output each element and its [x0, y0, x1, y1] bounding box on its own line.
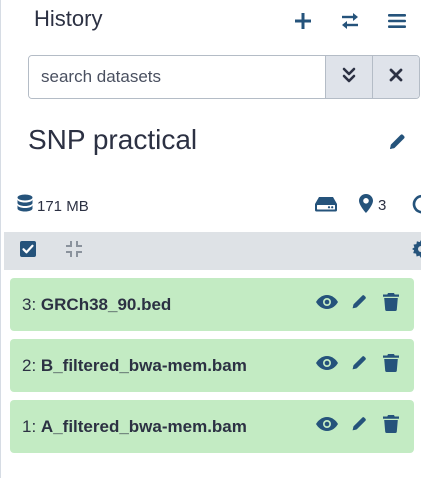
pencil-icon: [350, 293, 368, 316]
dataset-actions: [316, 400, 402, 453]
dataset-name: A_filtered_bwa-mem.bam: [40, 416, 247, 436]
refresh-button[interactable]: [412, 194, 421, 219]
trash-icon: [383, 293, 399, 316]
dataset-item[interactable]: 1: A_filtered_bwa-mem.bam: [10, 400, 414, 453]
pencil-icon: [350, 354, 368, 377]
compress-icon: [65, 240, 83, 263]
panel-title: History: [34, 6, 103, 31]
visible-datasets-filter[interactable]: 3: [359, 194, 386, 217]
edit-dataset-button[interactable]: [348, 355, 370, 377]
history-panel: History search datasets SNP practical 17…: [0, 0, 421, 478]
dataset-actions: [316, 278, 402, 331]
map-marker-icon: [359, 194, 373, 217]
switch-history-button[interactable]: [335, 6, 365, 36]
eye-icon: [316, 356, 338, 375]
eye-icon: [316, 295, 338, 314]
dataset-item[interactable]: 2: B_filtered_bwa-mem.bam: [10, 339, 414, 392]
advanced-search-toggle[interactable]: [325, 56, 372, 98]
close-icon: [389, 68, 403, 87]
trash-icon: [383, 354, 399, 377]
history-header: History: [1, 0, 421, 44]
dataset-hid: 3:: [22, 294, 37, 314]
dataset-name: B_filtered_bwa-mem.bam: [40, 355, 247, 375]
database-icon: [17, 194, 33, 218]
trash-icon: [383, 415, 399, 438]
double-chevron-down-icon: [342, 67, 356, 88]
select-items-button[interactable]: [17, 240, 39, 262]
delete-dataset-button[interactable]: [380, 293, 402, 316]
history-size[interactable]: 171 MB: [17, 194, 89, 218]
display-dataset-button[interactable]: [316, 416, 338, 438]
display-dataset-button[interactable]: [316, 355, 338, 377]
dataset-title: 2: B_filtered_bwa-mem.bam: [22, 356, 247, 376]
eye-icon: [316, 417, 338, 436]
dataset-name: GRCh38_90.bed: [40, 294, 172, 314]
refresh-icon: [412, 194, 421, 219]
pencil-icon: [350, 415, 368, 438]
pencil-icon: [387, 132, 407, 157]
gear-icon: [411, 239, 421, 264]
dataset-title: 1: A_filtered_bwa-mem.bam: [22, 417, 247, 437]
dataset-hid: 2:: [22, 355, 37, 375]
edit-dataset-button[interactable]: [348, 294, 370, 316]
plus-icon: [294, 12, 312, 30]
display-dataset-button[interactable]: [316, 294, 338, 316]
edit-dataset-button[interactable]: [348, 416, 370, 438]
dataset-actions: [316, 339, 402, 392]
history-toolbar: [4, 232, 421, 270]
history-size-value: 171 MB: [37, 197, 89, 215]
visible-count: 3: [378, 197, 387, 214]
search-input[interactable]: [29, 56, 325, 98]
history-stats: 171 MB 3: [1, 190, 421, 220]
history-settings-button[interactable]: [410, 239, 421, 264]
dataset-hid: 1:: [22, 416, 37, 436]
storage-dashboard-button[interactable]: [315, 196, 337, 217]
delete-dataset-button[interactable]: [380, 354, 402, 377]
clear-search-button[interactable]: [372, 56, 419, 98]
history-name: SNP practical: [28, 124, 198, 155]
search-bar: [28, 55, 420, 99]
collapse-expanded-button[interactable]: [63, 240, 85, 262]
dataset-title: 3: GRCh38_90.bed: [22, 295, 171, 315]
exchange-icon: [340, 12, 360, 30]
dataset-item[interactable]: 3: GRCh38_90.bed: [10, 278, 414, 331]
hdd-icon: [315, 196, 337, 217]
checkbox-checked-icon: [20, 240, 36, 262]
history-options-button[interactable]: [382, 6, 412, 36]
create-history-button[interactable]: [288, 6, 318, 36]
bars-icon: [388, 13, 406, 29]
delete-dataset-button[interactable]: [380, 415, 402, 438]
edit-history-name-button[interactable]: [385, 132, 409, 156]
